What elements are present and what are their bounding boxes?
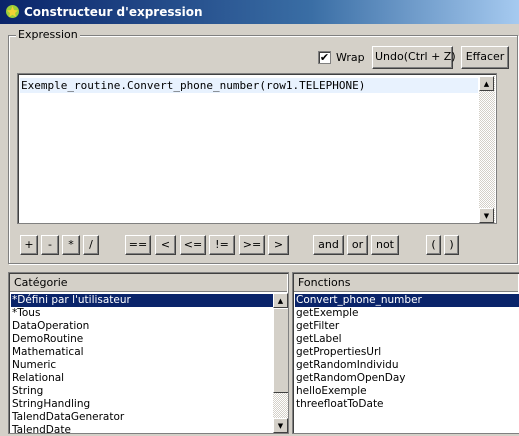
wrap-label: Wrap [336, 50, 365, 64]
scroll-up-icon[interactable]: ▲ [273, 293, 288, 308]
list-item[interactable]: *Tous [11, 307, 274, 320]
list-item[interactable]: Convert_phone_number [295, 294, 519, 307]
operator-and-button[interactable]: and [313, 235, 344, 255]
operator-less-equal-button[interactable]: <= [180, 235, 206, 255]
scroll-down-icon[interactable]: ▼ [479, 208, 494, 223]
list-item[interactable]: DemoRoutine [11, 333, 274, 346]
open-paren-button[interactable]: ( [426, 235, 441, 255]
list-item[interactable]: getLabel [295, 333, 519, 346]
expression-editor[interactable]: Exemple_routine.Convert_phone_number(row… [17, 73, 497, 224]
functions-header: Fonctions [294, 274, 518, 292]
list-item[interactable]: getPropertiesUrl [295, 346, 519, 359]
list-item[interactable]: getExemple [295, 307, 519, 320]
operator-multiply-button[interactable]: * [62, 235, 80, 255]
operator-not-equal-button[interactable]: != [209, 235, 235, 255]
undo-button[interactable]: Undo(Ctrl + Z) [372, 46, 456, 69]
list-item[interactable]: TalendDataGenerator [11, 411, 274, 424]
operator-greater-equal-button[interactable]: >= [239, 235, 265, 255]
list-item[interactable]: StringHandling [11, 398, 274, 411]
list-item[interactable]: Mathematical [11, 346, 274, 359]
wrap-checkbox[interactable]: ✔ Wrap [318, 50, 365, 64]
operator-divide-button[interactable]: / [83, 235, 99, 255]
talend-star-icon [6, 5, 19, 18]
functions-list[interactable]: Convert_phone_number getExemple getFilter g… [295, 294, 519, 411]
scroll-up-icon[interactable]: ▲ [479, 76, 494, 91]
checkbox-check-icon[interactable]: ✔ [318, 50, 331, 64]
list-item[interactable]: String [11, 385, 274, 398]
list-item[interactable]: getFilter [295, 320, 519, 333]
operator-equal-button[interactable]: == [125, 235, 151, 255]
expression-text[interactable]: Exemple_routine.Convert_phone_number(row… [20, 78, 478, 93]
title-bar[interactable]: Constructeur d'expression [0, 0, 519, 24]
editor-scrollbar[interactable]: ▲ ▼ [479, 76, 495, 223]
list-item[interactable]: TalendDate [11, 424, 274, 433]
category-panel: Catégorie *Défini par l'utilisateur *Tous… [8, 272, 289, 434]
category-list[interactable]: *Défini par l'utilisateur *Tous DataOperat… [11, 294, 274, 433]
list-item[interactable]: getRandomOpenDay [295, 372, 519, 385]
list-item[interactable]: threefloatToDate [295, 398, 519, 411]
operator-or-button[interactable]: or [347, 235, 368, 255]
list-item[interactable]: getRandomIndividu [295, 359, 519, 372]
operator-greater-button[interactable]: > [268, 235, 289, 255]
scroll-down-icon[interactable]: ▼ [273, 418, 288, 433]
clear-button[interactable]: Effacer [461, 46, 509, 69]
list-item[interactable]: Relational [11, 372, 274, 385]
list-item[interactable]: *Défini par l'utilisateur [11, 294, 274, 307]
operator-minus-button[interactable]: - [41, 235, 59, 255]
window-title: Constructeur d'expression [24, 5, 203, 19]
expression-group-label: Expression [16, 28, 80, 42]
list-item[interactable]: Numeric [11, 359, 274, 372]
operator-less-button[interactable]: < [155, 235, 176, 255]
functions-panel: Fonctions Convert_phone_number getExemple… [292, 272, 519, 434]
list-item[interactable]: helloExemple [295, 385, 519, 398]
category-header: Catégorie [10, 274, 287, 292]
close-paren-button[interactable]: ) [444, 235, 459, 255]
category-scrollbar[interactable]: ▲ ▼ [273, 293, 288, 433]
scroll-thumb[interactable] [273, 308, 288, 393]
list-item[interactable]: DataOperation [11, 320, 274, 333]
operator-not-button[interactable]: not [371, 235, 399, 255]
operator-plus-button[interactable]: + [20, 235, 38, 255]
